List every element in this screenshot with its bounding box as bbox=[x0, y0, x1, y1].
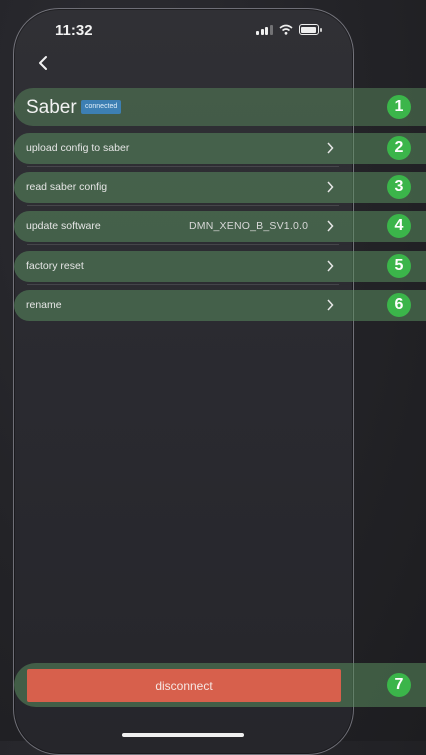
disconnect-button[interactable]: disconnect bbox=[27, 669, 341, 702]
chevron-right-icon bbox=[327, 299, 334, 311]
menu-item-label: rename bbox=[26, 299, 62, 311]
divider bbox=[27, 284, 339, 285]
menu-item-factory-reset[interactable]: factory reset 5 bbox=[14, 251, 426, 282]
menu-item-label: upload config to saber bbox=[26, 142, 130, 154]
menu-item-label: update software bbox=[26, 220, 101, 232]
menu-item-read-config[interactable]: read saber config 3 bbox=[14, 172, 426, 203]
chevron-right-icon bbox=[327, 220, 334, 232]
divider bbox=[27, 244, 339, 245]
back-arrow-icon[interactable] bbox=[36, 55, 50, 71]
menu-item-label: factory reset bbox=[26, 260, 84, 272]
signal-icon bbox=[256, 24, 273, 35]
device-name: Saber bbox=[26, 97, 77, 118]
marker-badge: 1 bbox=[387, 95, 411, 119]
marker-badge: 5 bbox=[387, 254, 411, 278]
chevron-right-icon bbox=[327, 142, 334, 154]
menu-item-label: read saber config bbox=[26, 181, 108, 193]
menu-item-update-software[interactable]: update software DMN_XENO_B_SV1.0.0 4 bbox=[14, 211, 426, 242]
wifi-icon bbox=[278, 24, 293, 35]
device-header: Saber connected 1 bbox=[14, 88, 426, 126]
chevron-right-icon bbox=[327, 181, 334, 193]
marker-badge: 3 bbox=[387, 175, 411, 199]
marker-badge: 6 bbox=[387, 293, 411, 317]
battery-icon bbox=[298, 24, 322, 35]
status-time: 11:32 bbox=[55, 22, 93, 39]
home-indicator[interactable] bbox=[122, 733, 244, 737]
marker-badge: 7 bbox=[387, 673, 411, 697]
marker-badge: 4 bbox=[387, 214, 411, 238]
marker-badge: 2 bbox=[387, 136, 411, 160]
divider bbox=[27, 205, 339, 206]
footer-bar: disconnect 7 bbox=[14, 663, 426, 707]
status-icons bbox=[256, 24, 322, 35]
menu-item-rename[interactable]: rename 6 bbox=[14, 290, 426, 321]
menu-item-upload-config[interactable]: upload config to saber 2 bbox=[14, 133, 426, 164]
software-version: DMN_XENO_B_SV1.0.0 bbox=[189, 220, 309, 232]
status-badge: connected bbox=[81, 100, 122, 114]
chevron-right-icon bbox=[327, 260, 334, 272]
divider bbox=[27, 166, 339, 167]
